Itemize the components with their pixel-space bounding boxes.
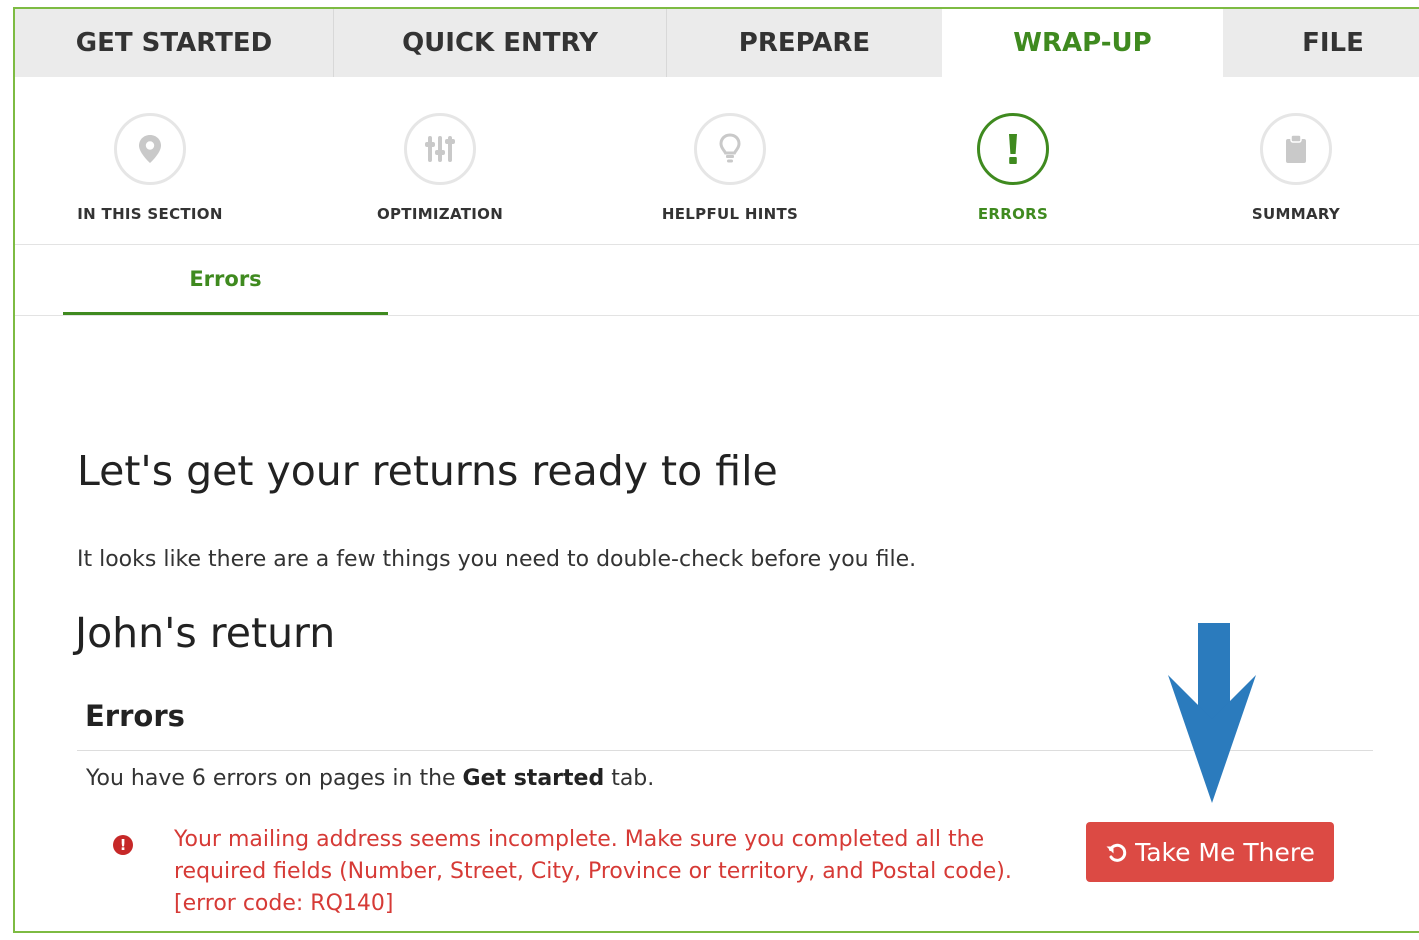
tab-wrap-up[interactable]: WRAP-UP	[942, 9, 1223, 77]
intro-text: It looks like there are a few things you…	[77, 547, 917, 572]
step-label: IN THIS SECTION	[77, 205, 223, 223]
subtab-divider	[15, 315, 1419, 316]
tab-get-started[interactable]: GET STARTED	[15, 9, 334, 77]
subtab-errors[interactable]: Errors	[63, 245, 388, 315]
step-label: HELPFUL HINTS	[661, 205, 799, 223]
errors-count-suffix: tab.	[604, 766, 655, 791]
main-tab-bar: GET STARTED QUICK ENTRY PREPARE WRAP-UP …	[15, 9, 1419, 77]
app-frame: GET STARTED QUICK ENTRY PREPARE WRAP-UP …	[13, 7, 1419, 933]
step-in-this-section[interactable]: IN THIS SECTION	[50, 113, 250, 223]
error-alert-icon: !	[113, 835, 133, 855]
down-arrow-icon	[1166, 623, 1258, 809]
sliders-icon	[404, 113, 476, 185]
tab-prepare[interactable]: PREPARE	[667, 9, 942, 77]
step-optimization[interactable]: OPTIMIZATION	[340, 113, 540, 223]
step-label: ERRORS	[977, 205, 1049, 223]
step-helpful-hints[interactable]: HELPFUL HINTS	[630, 113, 830, 223]
return-title: John's return	[75, 609, 336, 657]
undo-icon	[1105, 840, 1129, 864]
error-message: Your mailing address seems incomplete. M…	[174, 827, 1012, 916]
errors-heading: Errors	[85, 699, 185, 733]
step-label: SUMMARY	[1251, 205, 1341, 223]
exclamation-icon	[977, 113, 1049, 185]
errors-count-tab-name: Get started	[462, 766, 605, 791]
errors-count-text: You have 6 errors on pages in the Get st…	[86, 766, 654, 791]
take-me-there-label: Take Me There	[1135, 837, 1315, 867]
lightbulb-icon	[694, 113, 766, 185]
step-label: OPTIMIZATION	[376, 205, 504, 223]
errors-count-prefix: You have 6 errors on pages in the	[86, 766, 463, 791]
step-summary[interactable]: SUMMARY	[1196, 113, 1396, 223]
step-errors[interactable]: ERRORS	[913, 113, 1113, 223]
page-heading: Let's get your returns ready to file	[77, 447, 778, 495]
map-pin-icon	[114, 113, 186, 185]
clipboard-icon	[1260, 113, 1332, 185]
tab-quick-entry[interactable]: QUICK ENTRY	[334, 9, 667, 77]
take-me-there-button[interactable]: Take Me There	[1086, 822, 1334, 882]
tab-file[interactable]: FILE	[1223, 9, 1419, 77]
